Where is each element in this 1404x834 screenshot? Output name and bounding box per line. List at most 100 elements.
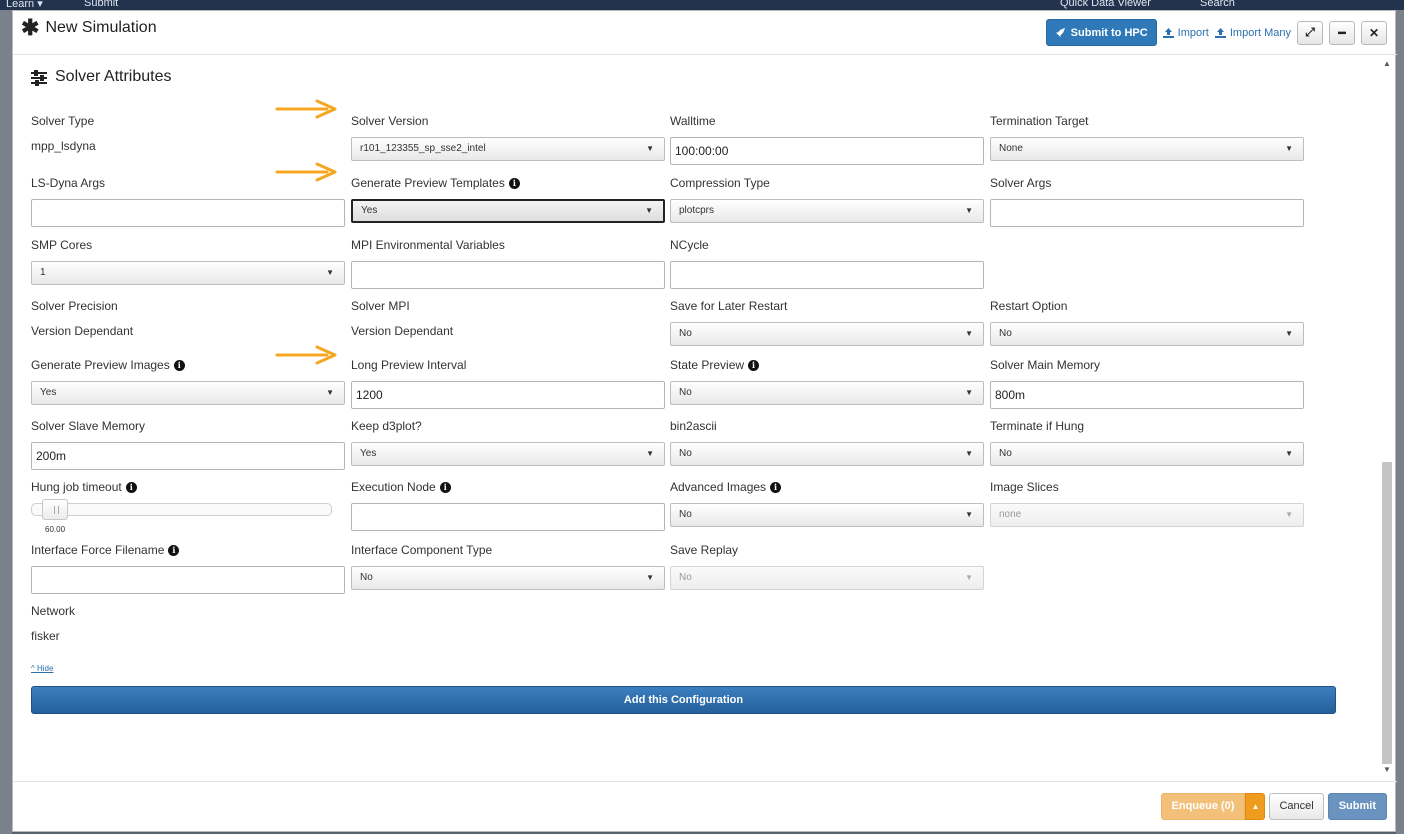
hide-link[interactable]: ^ Hide: [31, 664, 53, 673]
rocket-icon: [1055, 27, 1065, 38]
info-icon[interactable]: i: [770, 481, 782, 493]
asterisk-icon: ✱: [21, 15, 40, 40]
image-slices-select[interactable]: none ▼: [990, 503, 1304, 527]
save-later-restart-value: No: [679, 328, 692, 339]
background-right: [1396, 10, 1404, 834]
import-many-button[interactable]: Import Many: [1214, 27, 1291, 39]
field-lsdyna-args: LS-Dyna Args: [31, 175, 345, 227]
field-save-later-restart: Save for Later Restart No ▼: [670, 298, 984, 346]
state-preview-select[interactable]: No ▼: [670, 381, 984, 405]
info-icon[interactable]: i: [439, 481, 451, 493]
expand-icon: ⤢: [1305, 25, 1315, 39]
caret-down-icon: ▼: [645, 206, 653, 215]
mpi-env-vars-input[interactable]: [351, 261, 665, 289]
close-button[interactable]: ✕: [1361, 20, 1387, 45]
interface-force-filename-text: Interface Force Filename: [31, 543, 165, 557]
solver-mpi-label: Solver MPI: [351, 299, 410, 313]
smp-cores-label: SMP Cores: [31, 238, 93, 252]
section-title-text: Solver Attributes: [55, 68, 172, 85]
generate-preview-templates-select[interactable]: Yes ▼: [351, 199, 665, 223]
slider-handle[interactable]: [42, 499, 68, 520]
import-button[interactable]: Import: [1162, 26, 1209, 39]
scroll-up-icon[interactable]: ▲: [1381, 59, 1393, 71]
hung-job-timeout-label: Hung job timeout i: [31, 479, 345, 495]
generate-preview-templates-text: Generate Preview Templates: [351, 176, 505, 190]
info-icon[interactable]: i: [125, 481, 137, 493]
generate-preview-images-select[interactable]: Yes ▼: [31, 381, 345, 405]
interface-component-type-select[interactable]: No ▼: [351, 566, 665, 590]
lsdyna-args-input[interactable]: [31, 199, 345, 227]
caret-down-icon: ▼: [326, 388, 334, 397]
cancel-button[interactable]: Cancel: [1269, 793, 1324, 820]
modal-header: ✱ New Simulation Submit to HPC Import Im…: [13, 11, 1397, 55]
solver-args-input[interactable]: [990, 199, 1304, 227]
interface-component-type-value: No: [360, 572, 373, 583]
caret-down-icon: ▼: [965, 388, 973, 397]
advanced-images-select[interactable]: No ▼: [670, 503, 984, 527]
termination-target-select[interactable]: None ▼: [990, 137, 1304, 161]
field-advanced-images: Advanced Images i No ▼: [670, 479, 984, 527]
field-interface-component-type: Interface Component Type No ▼: [351, 542, 665, 590]
scroll-down-icon[interactable]: ▼: [1381, 765, 1393, 777]
solver-version-select[interactable]: r101_123355_sp_sse2_intel ▼: [351, 137, 665, 161]
info-icon[interactable]: i: [748, 359, 760, 371]
interface-force-filename-input[interactable]: [31, 566, 345, 594]
solver-slave-memory-input[interactable]: 200m: [31, 442, 345, 470]
restart-option-value: No: [999, 328, 1012, 339]
add-configuration-button[interactable]: Add this Configuration: [31, 686, 1336, 714]
save-replay-select[interactable]: No ▼: [670, 566, 984, 590]
execution-node-input[interactable]: [351, 503, 665, 531]
solver-precision-label: Solver Precision: [31, 299, 118, 313]
ncycle-input[interactable]: [670, 261, 984, 289]
submit-button[interactable]: Submit: [1327, 793, 1387, 820]
save-replay-label: Save Replay: [670, 543, 739, 557]
long-preview-interval-input[interactable]: 1200: [351, 381, 665, 409]
caret-down-icon: ▼: [965, 206, 973, 215]
compression-type-select[interactable]: plotcprs ▼: [670, 199, 984, 223]
upload-icon: [1162, 27, 1174, 38]
caret-up-icon: ▲: [1251, 802, 1260, 811]
field-image-slices: Image Slices none ▼: [990, 479, 1304, 527]
expand-button[interactable]: ⤢: [1297, 20, 1323, 45]
caret-down-icon: ▼: [1285, 144, 1293, 153]
field-termination-target: Termination Target None ▼: [990, 113, 1304, 161]
caret-down-icon: ▼: [965, 449, 973, 458]
enqueue-button[interactable]: Enqueue (0): [1160, 793, 1246, 820]
restart-option-select[interactable]: No ▼: [990, 322, 1304, 346]
termination-target-label: Termination Target: [990, 114, 1089, 128]
save-later-restart-select[interactable]: No ▼: [670, 322, 984, 346]
info-icon[interactable]: i: [168, 544, 180, 556]
keep-d3plot-select[interactable]: Yes ▼: [351, 442, 665, 466]
import-label: Import: [1177, 26, 1209, 39]
field-solver-type: Solver Type mpp_lsdyna: [31, 113, 345, 153]
field-network: Network fisker: [31, 603, 345, 643]
bin2ascii-select[interactable]: No ▼: [670, 442, 984, 466]
solver-main-memory-input[interactable]: 800m: [990, 381, 1304, 409]
compression-type-value: plotcprs: [679, 205, 715, 216]
solver-version-label: Solver Version: [351, 114, 429, 128]
scroll-thumb[interactable]: [1382, 462, 1392, 764]
minimize-button[interactable]: ━: [1329, 20, 1355, 45]
solver-slave-memory-label: Solver Slave Memory: [31, 419, 146, 433]
smp-cores-select[interactable]: 1 ▼: [31, 261, 345, 285]
keep-d3plot-label: Keep d3plot?: [351, 419, 422, 433]
modal-title-text: New Simulation: [45, 19, 157, 36]
state-preview-label: State Preview i: [670, 357, 984, 373]
scrollbar[interactable]: ▲ ▼: [1381, 59, 1393, 777]
enqueue-dropdown-button[interactable]: ▲: [1245, 793, 1266, 820]
network-label: Network: [31, 604, 76, 618]
new-simulation-modal: ✱ New Simulation Submit to HPC Import Im…: [12, 10, 1397, 832]
bin2ascii-label: bin2ascii: [670, 419, 717, 433]
submit-to-hpc-button[interactable]: Submit to HPC: [1045, 19, 1157, 46]
state-preview-value: No: [679, 387, 692, 398]
walltime-input[interactable]: 100:00:00: [670, 137, 984, 165]
hung-job-timeout-text: Hung job timeout: [31, 480, 122, 494]
submit-to-hpc-label: Submit to HPC: [1070, 26, 1148, 39]
terminate-if-hung-select[interactable]: No ▼: [990, 442, 1304, 466]
field-terminate-if-hung: Terminate if Hung No ▼: [990, 418, 1304, 466]
info-icon[interactable]: i: [173, 359, 185, 371]
info-icon[interactable]: i: [508, 177, 520, 189]
hung-job-timeout-slider[interactable]: [31, 503, 332, 516]
caret-down-icon: ▼: [326, 268, 334, 277]
execution-node-text: Execution Node: [351, 480, 436, 494]
